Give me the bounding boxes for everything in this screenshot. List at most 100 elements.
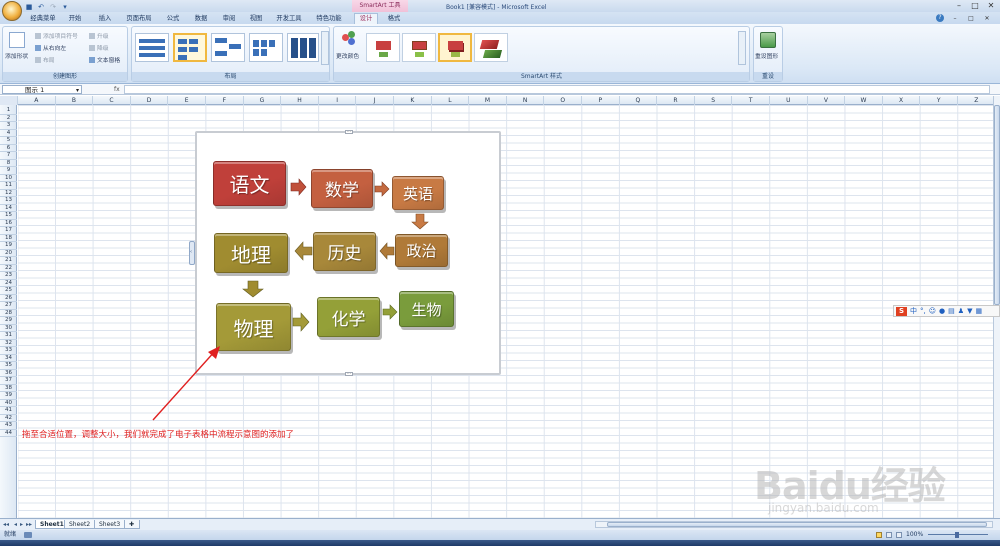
tab-review[interactable]: 审阅	[218, 14, 240, 24]
row-header-10[interactable]: 10	[0, 175, 17, 182]
styles-gallery-scroll[interactable]	[738, 31, 746, 65]
fx-icon[interactable]: fx	[84, 85, 124, 94]
row-header-14[interactable]: 14	[0, 205, 17, 212]
minimize-icon[interactable]: –	[954, 1, 964, 10]
text-pane-button[interactable]: 文本窗格	[89, 55, 120, 64]
layout-thumb-4[interactable]	[249, 33, 283, 62]
column-header-h[interactable]: H	[281, 96, 319, 105]
style-thumb-3-selected[interactable]	[438, 33, 472, 62]
column-header-s[interactable]: S	[695, 96, 733, 105]
row-header-19[interactable]: 19	[0, 242, 17, 250]
row-header-7[interactable]: 7	[0, 152, 17, 160]
row-header-36[interactable]: 36	[0, 370, 17, 377]
skin-icon[interactable]: ▼	[967, 307, 972, 315]
normal-view-icon[interactable]	[876, 532, 882, 538]
row-header-30[interactable]: 30	[0, 325, 17, 332]
row-header-11[interactable]: 11	[0, 182, 17, 190]
tab-design[interactable]: 设计	[354, 13, 378, 24]
customize-qat-icon[interactable]: ▾	[61, 3, 69, 11]
column-header-l[interactable]: L	[432, 96, 470, 105]
select-all-corner[interactable]	[0, 96, 18, 105]
row-header-29[interactable]: 29	[0, 317, 17, 325]
column-header-t[interactable]: T	[732, 96, 770, 105]
column-header-y[interactable]: Y	[920, 96, 958, 105]
tab-special-features[interactable]: 特色功能	[312, 14, 346, 24]
tab-page-layout[interactable]: 页面布局	[122, 14, 156, 24]
user-icon[interactable]: ♟	[958, 307, 964, 315]
style-thumb-1[interactable]	[366, 33, 400, 62]
column-header-u[interactable]: U	[770, 96, 808, 105]
sheet-nav-prev-icon[interactable]: ◂	[14, 521, 17, 528]
promote-button[interactable]: 升级	[89, 31, 109, 40]
row-header-12[interactable]: 12	[0, 190, 17, 197]
keyboard-icon[interactable]: ▤	[948, 307, 955, 315]
column-header-o[interactable]: O	[544, 96, 582, 105]
add-shape-button[interactable]: 添加形状	[5, 51, 28, 60]
column-header-n[interactable]: N	[507, 96, 545, 105]
row-header-15[interactable]: 15	[0, 212, 17, 220]
sheet-nav-first-icon[interactable]: ◂◂	[3, 521, 9, 528]
row-header-42[interactable]: 42	[0, 415, 17, 422]
voice-icon[interactable]: ●	[939, 307, 945, 315]
column-header-m[interactable]: M	[469, 96, 507, 105]
row-header-3[interactable]: 3	[0, 122, 17, 130]
tab-developer[interactable]: 开发工具	[272, 14, 306, 24]
name-box[interactable]: 图示 1	[2, 85, 82, 94]
ribbon-restore-icon[interactable]: □	[966, 14, 976, 23]
row-header-5[interactable]: 5	[0, 137, 17, 145]
vertical-scroll-thumb[interactable]	[994, 105, 1000, 305]
column-header-w[interactable]: W	[845, 96, 883, 105]
row-header-6[interactable]: 6	[0, 145, 17, 152]
sogou-logo-icon[interactable]: S	[896, 306, 907, 316]
row-header-37[interactable]: 37	[0, 377, 17, 385]
tab-insert[interactable]: 插入	[94, 14, 116, 24]
name-box-dropdown-icon[interactable]: ▾	[76, 87, 79, 94]
row-header-27[interactable]: 27	[0, 302, 17, 310]
row-header-33[interactable]: 33	[0, 347, 17, 355]
row-header-34[interactable]: 34	[0, 355, 17, 362]
style-thumb-4[interactable]	[474, 33, 508, 62]
help-icon[interactable]: ?	[936, 14, 944, 22]
column-header-b[interactable]: B	[56, 96, 94, 105]
reset-graphic-button[interactable]: 重设图形	[755, 51, 778, 60]
row-header-31[interactable]: 31	[0, 332, 17, 340]
tab-formulas[interactable]: 公式	[162, 14, 184, 24]
row-header-39[interactable]: 39	[0, 392, 17, 400]
row-header-18[interactable]: 18	[0, 235, 17, 242]
change-colors-button[interactable]: 更改颜色	[336, 51, 359, 60]
row-header-2[interactable]: 2	[0, 115, 17, 122]
row-header-1[interactable]: 1	[0, 107, 17, 115]
column-header-r[interactable]: R	[657, 96, 695, 105]
row-header-43[interactable]: 43	[0, 422, 17, 430]
ribbon-minimize-icon[interactable]: –	[950, 14, 960, 23]
row-header-21[interactable]: 21	[0, 257, 17, 265]
row-header-25[interactable]: 25	[0, 287, 17, 295]
undo-icon[interactable]: ↶	[37, 3, 45, 11]
tab-format[interactable]: 格式	[382, 14, 406, 24]
row-header-8[interactable]: 8	[0, 160, 17, 167]
tab-classic-menu[interactable]: 经典菜单	[26, 14, 60, 24]
column-header-k[interactable]: K	[394, 96, 432, 105]
column-header-i[interactable]: I	[319, 96, 357, 105]
sheet-tab-sheet2[interactable]: Sheet2	[64, 520, 96, 529]
column-header-f[interactable]: F	[206, 96, 244, 105]
column-header-j[interactable]: J	[356, 96, 394, 105]
tab-data[interactable]: 数据	[190, 14, 212, 24]
save-icon[interactable]: ■	[25, 3, 33, 11]
demote-button[interactable]: 降级	[89, 43, 109, 52]
row-header-41[interactable]: 41	[0, 407, 17, 415]
row-header-4[interactable]: 4	[0, 130, 17, 137]
row-header-9[interactable]: 9	[0, 167, 17, 175]
zoom-slider-thumb[interactable]	[955, 532, 959, 538]
row-header-26[interactable]: 26	[0, 295, 17, 302]
emoji-icon[interactable]: ☺	[929, 307, 936, 315]
redo-icon[interactable]: ↷	[49, 3, 57, 11]
layout-thumb-1[interactable]	[135, 33, 169, 62]
sheet-tab-sheet3[interactable]: Sheet3	[94, 520, 126, 529]
column-header-v[interactable]: V	[808, 96, 846, 105]
row-header-16[interactable]: 16	[0, 220, 17, 227]
page-break-view-icon[interactable]	[896, 532, 902, 538]
insert-sheet-icon[interactable]: ✚	[124, 520, 140, 529]
macro-record-icon[interactable]	[24, 532, 32, 538]
style-thumb-2[interactable]	[402, 33, 436, 62]
